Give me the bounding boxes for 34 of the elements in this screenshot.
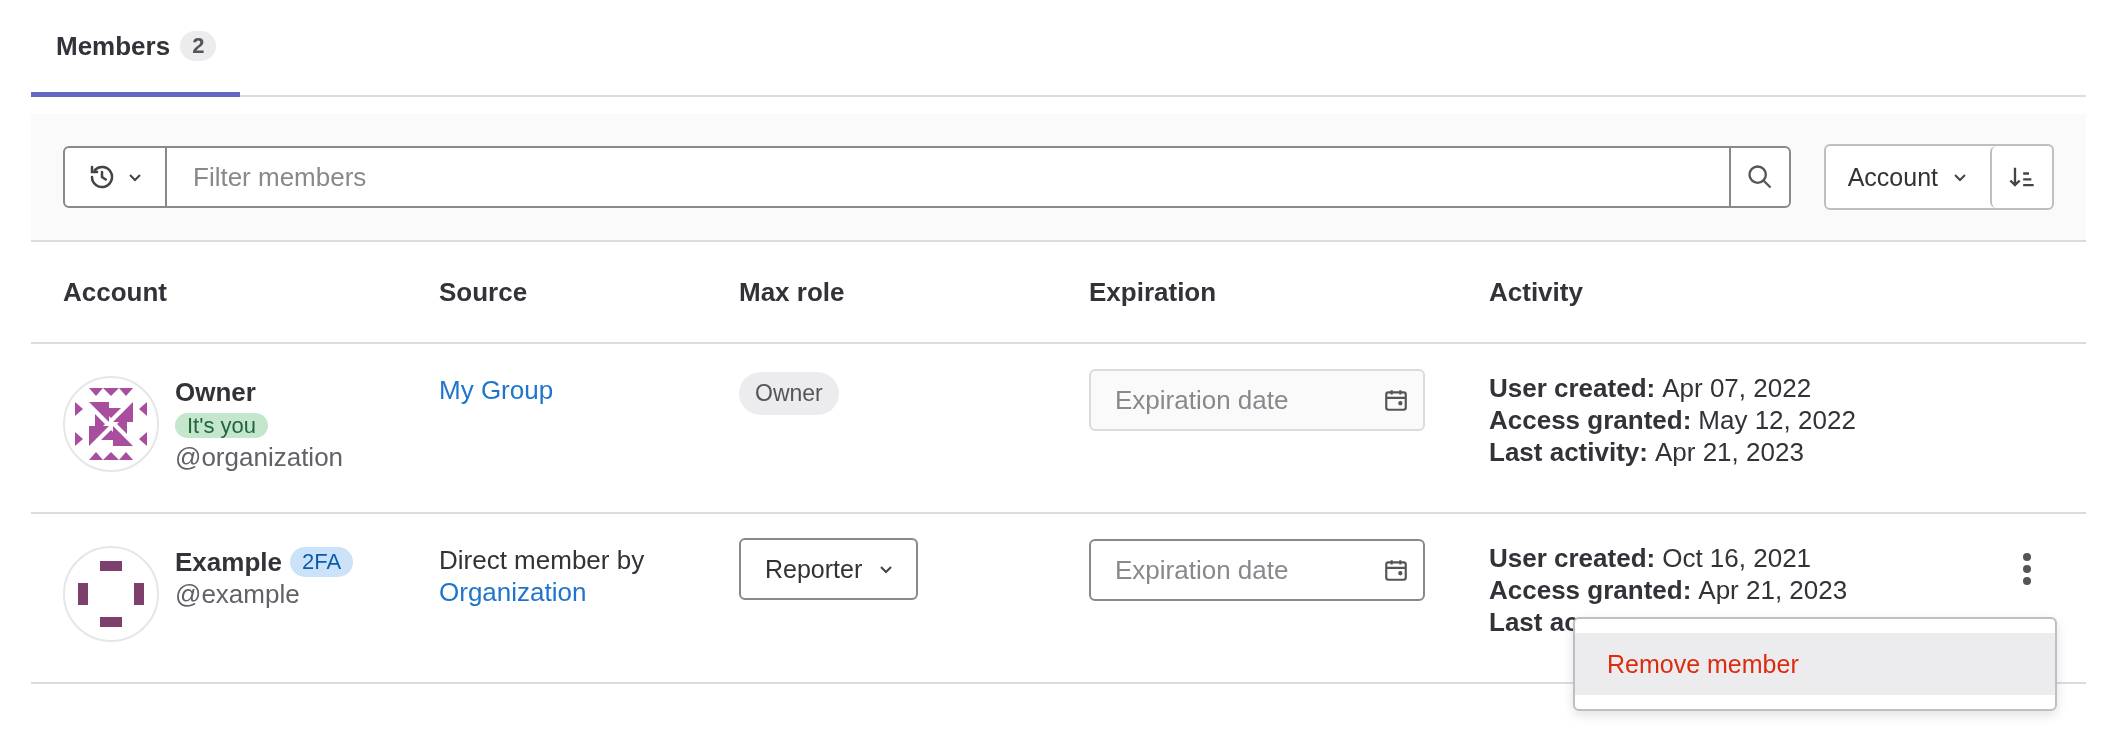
kebab-icon <box>2022 552 2032 586</box>
member-name: Example <box>175 546 282 578</box>
column-header: Max role <box>739 276 845 307</box>
status-badge: 2FA <box>289 547 354 577</box>
member-name: Owner <box>175 376 256 408</box>
count-badge: 2 <box>180 31 217 61</box>
activity-line: Access granted: Apr 21, 2023 <box>1489 574 1849 606</box>
status-badge: It's you <box>175 413 268 438</box>
source-link[interactable]: My Group <box>439 374 707 406</box>
column-header: Source <box>439 276 528 307</box>
activity-line: User created: Oct 16, 2021 <box>1489 542 1813 574</box>
source-text: Direct member by <box>439 544 646 576</box>
history-button[interactable] <box>63 146 167 208</box>
filter-field[interactable]: Filter members <box>167 146 1729 208</box>
expiration-date-field[interactable]: Expiration date <box>1089 539 1425 601</box>
role-dropdown[interactable]: Reporter <box>739 538 919 600</box>
remove-member-item[interactable]: Remove member <box>1575 633 2055 695</box>
column-header: Expiration <box>1089 276 1217 307</box>
calendar-icon <box>1383 557 1409 583</box>
column-header: Activity <box>1489 276 1583 307</box>
username: @example <box>175 578 301 610</box>
search-button[interactable] <box>1728 146 1791 208</box>
avatar-icon <box>63 376 159 472</box>
calendar-icon <box>1383 387 1409 413</box>
activity-line: User created: Apr 07, 2022 <box>1489 372 1813 404</box>
activity-line: Last activity: Apr 21, 2023 <box>1489 436 1805 468</box>
activity-line: Access granted: May 12, 2022 <box>1489 404 1857 436</box>
avatar-icon <box>63 546 159 642</box>
members-tab[interactable]: Members 2 <box>31 0 241 97</box>
source-link[interactable]: Organization <box>439 576 707 608</box>
column-header: Account <box>63 276 167 307</box>
username: @organization <box>175 441 344 473</box>
role-badge: Owner <box>739 372 839 415</box>
search-icon <box>1745 163 1774 191</box>
